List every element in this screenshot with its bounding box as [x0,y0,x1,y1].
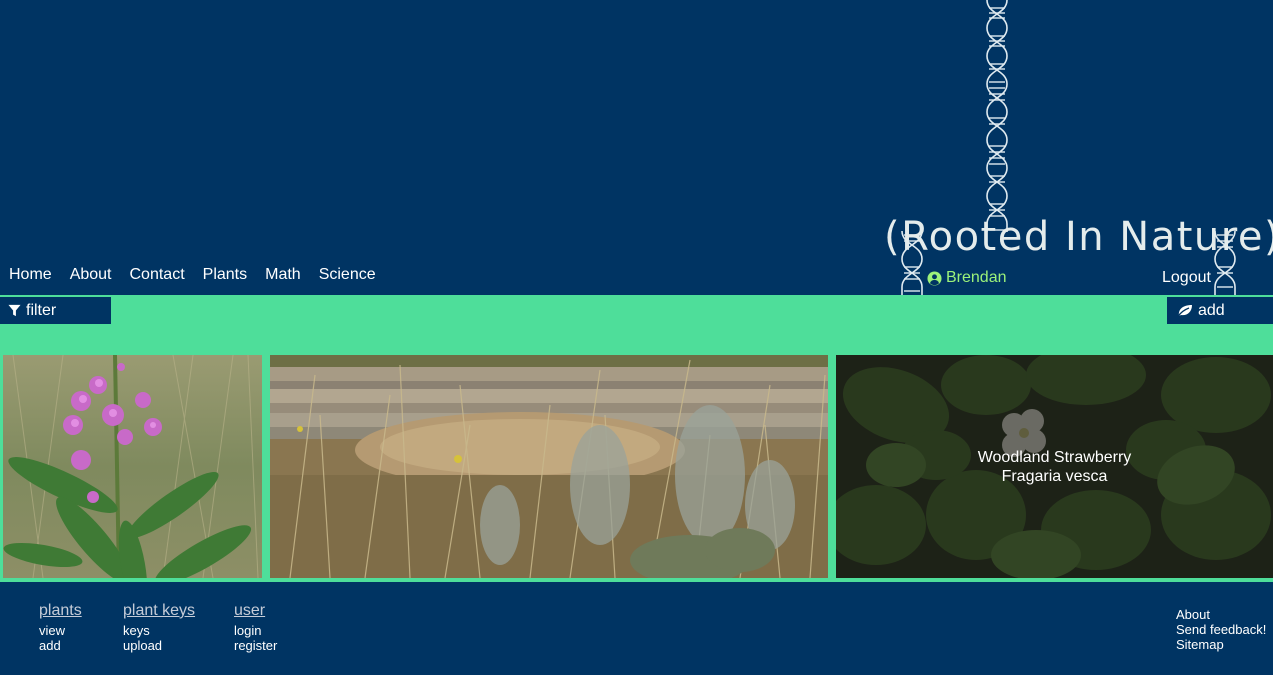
plant-latin-name: Fragaria vesca [1001,468,1108,485]
footer-keys-column: plant keys keys upload [123,602,195,653]
plant-card-woodland-strawberry[interactable]: Woodland Strawberry Fragaria vesca [836,355,1273,578]
site-header: (Rooted In Nature)2 Home About Contact P… [0,0,1273,295]
footer-link-upload[interactable]: upload [123,638,195,653]
add-plant-button[interactable]: add [1167,297,1273,324]
toolbar: filter add [0,295,1273,355]
footer-plants-column: plants view add [39,602,82,653]
nav-math[interactable]: Math [265,266,301,284]
filter-label: filter [26,301,57,319]
footer-plants-heading[interactable]: plants [39,602,82,620]
site-footer: plants view add plant keys keys upload u… [0,582,1273,675]
footer-link-register[interactable]: register [234,638,277,653]
leaf-icon [1177,305,1192,317]
footer-user-column: user login register [234,602,277,653]
plant-photo [270,355,828,578]
dna-helix-icon [986,0,1008,232]
nav-science[interactable]: Science [319,266,376,284]
logout-link[interactable]: Logout [1162,269,1211,287]
footer-user-heading[interactable]: user [234,602,277,620]
plant-photo [3,355,262,578]
nav-home[interactable]: Home [9,266,52,284]
add-label: add [1198,301,1225,319]
footer-link-keys[interactable]: keys [123,623,195,638]
plant-card-fireweed[interactable] [3,355,262,578]
filter-button[interactable]: filter [0,297,111,324]
filter-icon [8,304,21,317]
site-title[interactable]: (Rooted In Nature)2 [884,212,1273,260]
plant-gallery: Woodland Strawberry Fragaria vesca [0,355,1273,582]
footer-link-about[interactable]: About [1176,607,1266,622]
main-nav: Home About Contact Plants Math Science [9,266,376,284]
plant-caption: Woodland Strawberry Fragaria vesca [836,448,1273,486]
site-title-text: (Rooted In Nature) [884,214,1273,260]
user-profile-link[interactable]: Brendan [927,269,1007,287]
footer-link-login[interactable]: login [234,623,277,638]
plant-common-name: Woodland Strawberry [977,449,1132,466]
footer-link-view[interactable]: view [39,623,82,638]
nav-contact[interactable]: Contact [130,266,185,284]
nav-plants[interactable]: Plants [203,266,247,284]
footer-link-sitemap[interactable]: Sitemap [1176,637,1266,652]
plant-card-grassland[interactable] [270,355,828,578]
footer-link-add[interactable]: add [39,638,82,653]
nav-about[interactable]: About [70,266,112,284]
user-circle-icon [927,270,942,286]
footer-keys-heading[interactable]: plant keys [123,602,195,620]
user-name: Brendan [946,269,1007,286]
footer-link-feedback[interactable]: Send feedback! [1176,622,1266,637]
footer-info-column: About Send feedback! Sitemap [1176,607,1266,652]
